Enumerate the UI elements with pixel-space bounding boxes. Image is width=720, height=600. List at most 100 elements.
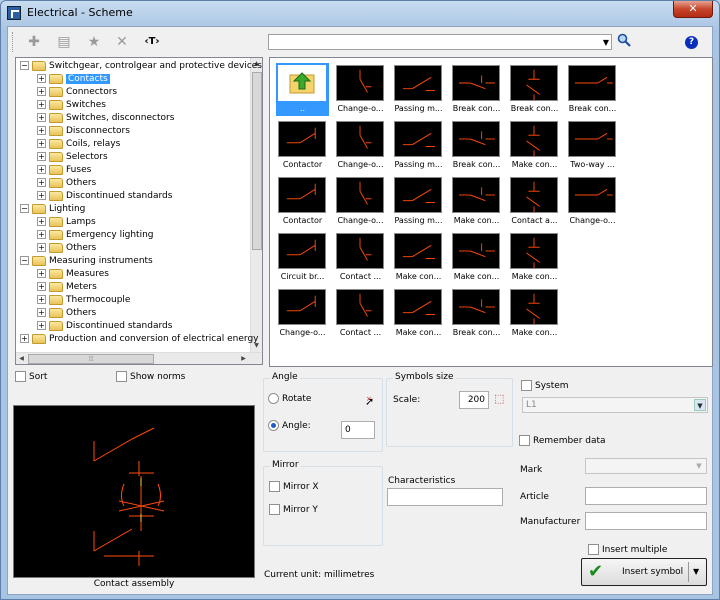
expand-icon[interactable]: + <box>37 113 46 122</box>
tree-item[interactable]: + Switches, disconnectors <box>37 112 174 125</box>
insert-multiple-check-box[interactable] <box>588 544 599 555</box>
chevron-down-icon[interactable]: ▼ <box>694 399 706 411</box>
tree-item[interactable]: + Others <box>37 307 96 320</box>
symbol-tile[interactable]: Change-o... <box>566 175 619 228</box>
tree-item[interactable]: + Others <box>37 242 96 255</box>
manufacturer-input[interactable] <box>585 512 707 530</box>
system-checkbox[interactable]: System <box>521 380 569 391</box>
symbol-tile[interactable]: Contactor <box>276 119 329 172</box>
symbol-tile[interactable]: Make con... <box>450 175 503 228</box>
expand-icon[interactable]: + <box>20 334 29 343</box>
show-norms-checkbox[interactable]: Show norms <box>116 371 185 382</box>
text-tool-icon[interactable]: ‹T› <box>142 33 162 51</box>
search-input[interactable]: ▼ <box>268 34 612 50</box>
remember-data-check-box[interactable] <box>519 435 530 446</box>
tree-item[interactable]: + Others <box>37 177 96 190</box>
characteristics-input[interactable] <box>387 488 503 506</box>
symbol-tile[interactable]: Make con... <box>450 231 503 284</box>
tree-item[interactable]: − Lighting <box>20 203 85 216</box>
chevron-down-icon[interactable]: ▼ <box>693 567 699 576</box>
symbol-tile[interactable]: Contactor <box>276 175 329 228</box>
rotate-radio-button[interactable] <box>268 393 279 404</box>
remember-data-checkbox[interactable]: Remember data <box>519 435 606 446</box>
scale-pick-icon[interactable]: ⬚ <box>494 392 504 405</box>
tree-item[interactable]: − Switchgear, controlgear and protective … <box>20 60 262 73</box>
symbol-tile[interactable]: Break con... <box>450 287 503 340</box>
sort-checkbox[interactable]: Sort <box>15 371 47 382</box>
parent-folder-tile[interactable]: .. <box>276 63 329 116</box>
chevron-down-icon[interactable]: ▼ <box>693 460 705 472</box>
expand-icon[interactable]: + <box>37 87 46 96</box>
scale-input[interactable]: 200 <box>459 391 489 409</box>
symbol-tile[interactable]: Change-o... <box>334 175 387 228</box>
symbol-tile[interactable]: Contact a... <box>508 175 561 228</box>
symbol-tile[interactable]: Change-o... <box>334 119 387 172</box>
symbol-tile[interactable]: Passing m... <box>392 63 445 116</box>
collapse-icon[interactable]: − <box>20 61 29 70</box>
mark-select[interactable]: ▼ <box>585 458 707 474</box>
tree-item[interactable]: + Thermocouple <box>37 294 130 307</box>
expand-icon[interactable]: + <box>37 269 46 278</box>
tree-item[interactable]: + Selectors <box>37 151 108 164</box>
expand-icon[interactable]: + <box>37 178 46 187</box>
expand-icon[interactable]: + <box>37 165 46 174</box>
favorite-star-icon[interactable]: ★ <box>84 33 104 51</box>
expand-icon[interactable]: + <box>37 308 46 317</box>
system-select[interactable]: L1 ▼ <box>522 397 708 413</box>
tree-item[interactable]: + Discontinued standards <box>37 320 172 333</box>
tree-item[interactable]: + Measures <box>37 268 109 281</box>
symbol-tile[interactable]: Break con... <box>508 63 561 116</box>
tree-item[interactable]: + Contacts <box>37 73 110 86</box>
angle-input[interactable]: 0 <box>341 421 375 439</box>
expand-icon[interactable]: + <box>37 230 46 239</box>
symbol-tile[interactable]: Break con... <box>566 63 619 116</box>
help-icon[interactable]: ? <box>685 36 698 49</box>
show-norms-check-box[interactable] <box>116 371 127 382</box>
symbol-tile[interactable]: Make con... <box>392 287 445 340</box>
angle-radio[interactable]: Angle: <box>268 420 311 431</box>
expand-icon[interactable]: + <box>37 243 46 252</box>
toolbar-grip[interactable] <box>12 32 15 52</box>
mirror-x-check-box[interactable] <box>269 481 280 492</box>
expand-icon[interactable]: + <box>37 217 46 226</box>
tree-item[interactable]: + Connectors <box>37 86 117 99</box>
expand-icon[interactable]: + <box>37 295 46 304</box>
tree-item[interactable]: + Switches <box>37 99 106 112</box>
expand-icon[interactable]: + <box>37 191 46 200</box>
rotate-radio[interactable]: Rotate <box>268 393 311 404</box>
system-check-box[interactable] <box>521 380 532 391</box>
scroll-right-icon[interactable]: ▶ <box>238 353 249 364</box>
expand-icon[interactable]: + <box>37 139 46 148</box>
tree-item[interactable]: + Coils, relays <box>37 138 120 151</box>
expand-icon[interactable]: + <box>37 321 46 330</box>
collapse-icon[interactable]: − <box>20 204 29 213</box>
symbol-tile[interactable]: Make con... <box>508 119 561 172</box>
search-icon[interactable] <box>617 33 633 49</box>
symbol-tile[interactable]: Contact ... <box>334 231 387 284</box>
close-button[interactable]: ✕ <box>673 1 713 18</box>
mirror-x-checkbox[interactable]: Mirror X <box>269 481 319 492</box>
angle-radio-button[interactable] <box>268 420 279 431</box>
symbol-tile[interactable]: Contact ... <box>334 287 387 340</box>
scroll-left-icon[interactable]: ◀ <box>16 353 27 364</box>
expand-icon[interactable]: + <box>37 100 46 109</box>
tree-item[interactable]: + Emergency lighting <box>37 229 154 242</box>
properties-icon[interactable]: ▤ <box>54 33 74 51</box>
insert-symbol-button[interactable]: ✔ Insert symbol ▼ <box>581 558 707 586</box>
hscroll-thumb[interactable]: ⦙⦙⦙ <box>28 354 154 364</box>
tree-item[interactable]: + Fuses <box>37 164 91 177</box>
symbol-tile[interactable]: Change-o... <box>276 287 329 340</box>
expand-icon[interactable]: + <box>37 282 46 291</box>
symbol-gallery[interactable]: .. Change-o... Passing m... Break con... Bre… <box>269 57 713 367</box>
symbol-tile[interactable]: Make con... <box>508 287 561 340</box>
chevron-down-icon[interactable]: ▼ <box>603 35 609 50</box>
tree-item[interactable]: + Disconnectors <box>37 125 130 138</box>
tree-horizontal-scrollbar[interactable]: ◀ ⦙⦙⦙ ▶ <box>16 352 262 364</box>
tree-item[interactable]: + Meters <box>37 281 97 294</box>
article-input[interactable] <box>585 487 707 505</box>
add-icon[interactable]: ✚ <box>24 33 44 51</box>
tree-item[interactable]: − Measuring instruments <box>20 255 153 268</box>
expand-icon[interactable]: + <box>37 126 46 135</box>
symbol-tile[interactable]: Change-o... <box>334 63 387 116</box>
symbol-tile[interactable]: Break con... <box>450 63 503 116</box>
